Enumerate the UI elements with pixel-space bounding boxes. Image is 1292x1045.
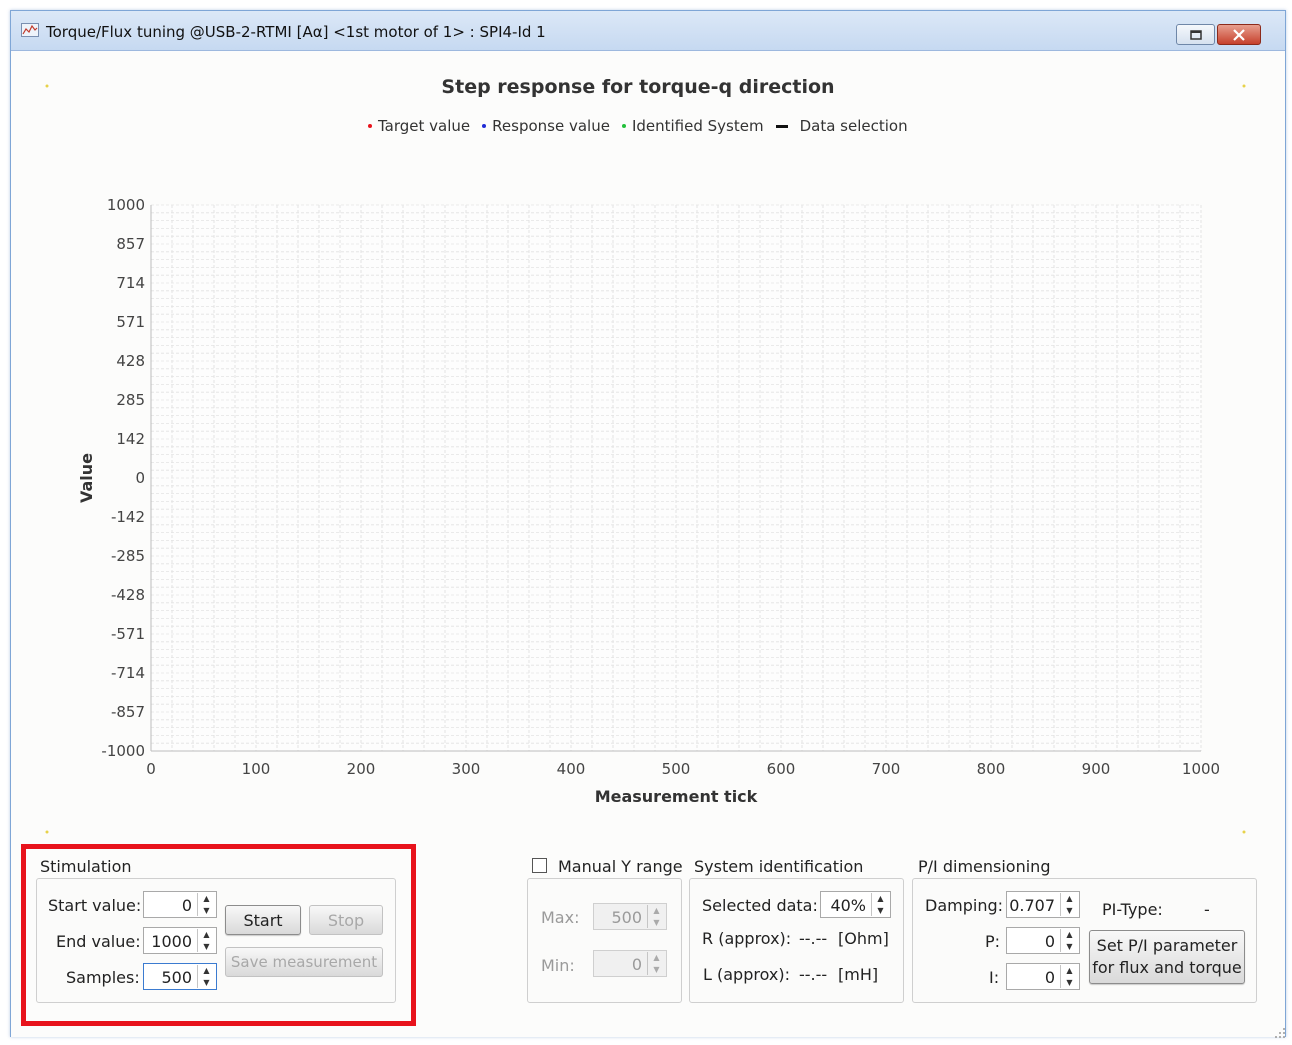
p-arrows[interactable]: ▲ ▼: [1060, 929, 1078, 952]
min-spinner[interactable]: 0 ▲ ▼: [593, 950, 667, 977]
min-arrows[interactable]: ▲ ▼: [647, 952, 665, 975]
x-tick-label: 700: [872, 760, 901, 778]
x-tick-label: 300: [452, 760, 481, 778]
i-arrows[interactable]: ▲ ▼: [1060, 965, 1078, 988]
manual-y-group: [527, 878, 682, 1003]
x-tick-label: 500: [662, 760, 691, 778]
l-approx-value: --.--: [799, 965, 828, 984]
max-spinner[interactable]: 500 ▲ ▼: [593, 903, 667, 930]
spin-up-icon[interactable]: ▲: [1061, 893, 1078, 905]
x-tick-label: 200: [347, 760, 376, 778]
set-pi-parameter-button[interactable]: Set P/I parameter for flux and torque: [1089, 930, 1245, 984]
i-label: I:: [989, 968, 1000, 987]
x-tick-label: 1000: [1182, 760, 1220, 778]
selected-data-field[interactable]: 40%: [830, 896, 866, 915]
resize-grip-icon[interactable]: [1274, 1027, 1286, 1039]
max-arrows[interactable]: ▲ ▼: [647, 905, 665, 928]
i-field[interactable]: 0: [1045, 968, 1055, 987]
damping-arrows[interactable]: ▲ ▼: [1060, 893, 1078, 916]
spin-down-icon[interactable]: ▼: [1061, 905, 1078, 917]
p-label: P:: [985, 932, 1001, 951]
spin-down-icon[interactable]: ▼: [1061, 977, 1078, 989]
spin-down-icon[interactable]: ▼: [872, 905, 889, 917]
p-field[interactable]: 0: [1045, 932, 1055, 951]
selected-data-arrows[interactable]: ▲ ▼: [871, 893, 889, 916]
i-spinner[interactable]: 0 ▲ ▼: [1006, 963, 1080, 990]
spin-up-icon[interactable]: ▲: [1061, 965, 1078, 977]
y-tick-label: -571: [111, 625, 145, 643]
min-label: Min:: [541, 956, 575, 975]
y-tick-label: -428: [111, 586, 145, 604]
x-tick-label: 400: [557, 760, 586, 778]
y-tick-label: 428: [116, 352, 145, 370]
y-tick-label: 714: [116, 274, 145, 292]
r-approx-value: --.--: [799, 929, 828, 948]
stimulation-highlight-box: [21, 844, 416, 1026]
damping-field[interactable]: 0.707: [1009, 896, 1055, 915]
pi-dimensioning-title: P/I dimensioning: [918, 857, 1051, 876]
system-identification-title: System identification: [694, 857, 864, 876]
set-pi-line2: for flux and torque: [1092, 958, 1242, 977]
corner-marker: [1242, 830, 1246, 834]
spin-down-icon[interactable]: ▼: [1061, 941, 1078, 953]
manual-y-checkbox[interactable]: [532, 858, 547, 873]
spin-up-icon[interactable]: ▲: [1061, 929, 1078, 941]
l-approx-unit: [mH]: [838, 965, 879, 984]
spin-down-icon[interactable]: ▼: [648, 964, 665, 976]
y-tick-label: 857: [116, 235, 145, 253]
selected-data-label: Selected data:: [702, 896, 818, 915]
y-tick-label: 0: [135, 469, 145, 487]
p-spinner[interactable]: 0 ▲ ▼: [1006, 927, 1080, 954]
max-field[interactable]: 500: [611, 908, 642, 927]
damping-label: Damping:: [925, 896, 1003, 915]
step-response-chart[interactable]: 0 100 200 300 400 500 600 700 800 900 1000 1000 857 7…: [0, 0, 1292, 840]
x-tick-label: 0: [146, 760, 156, 778]
y-tick-label: -714: [111, 664, 145, 682]
y-axis-label: Value: [77, 453, 96, 503]
y-tick-label: 285: [116, 391, 145, 409]
pi-type-label: PI-Type:: [1102, 900, 1163, 919]
r-approx-label: R (approx):: [702, 929, 792, 948]
max-label: Max:: [541, 908, 580, 927]
x-tick-label: 100: [242, 760, 271, 778]
corner-marker: [1242, 84, 1246, 88]
y-tick-label: -1000: [101, 742, 145, 760]
r-approx-unit: [Ohm]: [838, 929, 889, 948]
selected-data-spinner[interactable]: 40% ▲ ▼: [820, 891, 891, 918]
pi-type-value: -: [1204, 900, 1210, 919]
y-tick-label: -857: [111, 703, 145, 721]
spin-up-icon[interactable]: ▲: [648, 905, 665, 917]
set-pi-line1: Set P/I parameter: [1096, 936, 1238, 955]
y-tick-label: -285: [111, 547, 145, 565]
y-tick-label: 571: [116, 313, 145, 331]
y-tick-label: 1000: [107, 196, 145, 214]
damping-spinner[interactable]: 0.707 ▲ ▼: [1006, 891, 1080, 918]
manual-y-label[interactable]: Manual Y range: [558, 857, 683, 876]
corner-marker: [45, 830, 49, 834]
y-tick-label: -142: [111, 508, 145, 526]
x-axis-label: Measurement tick: [595, 787, 758, 806]
spin-up-icon[interactable]: ▲: [648, 952, 665, 964]
x-tick-label: 900: [1082, 760, 1111, 778]
min-field[interactable]: 0: [632, 955, 642, 974]
x-tick-label: 800: [977, 760, 1006, 778]
x-tick-label: 600: [767, 760, 796, 778]
spin-down-icon[interactable]: ▼: [648, 917, 665, 929]
corner-marker: [45, 84, 49, 88]
y-tick-label: 142: [116, 430, 145, 448]
l-approx-label: L (approx):: [703, 965, 790, 984]
spin-up-icon[interactable]: ▲: [872, 893, 889, 905]
